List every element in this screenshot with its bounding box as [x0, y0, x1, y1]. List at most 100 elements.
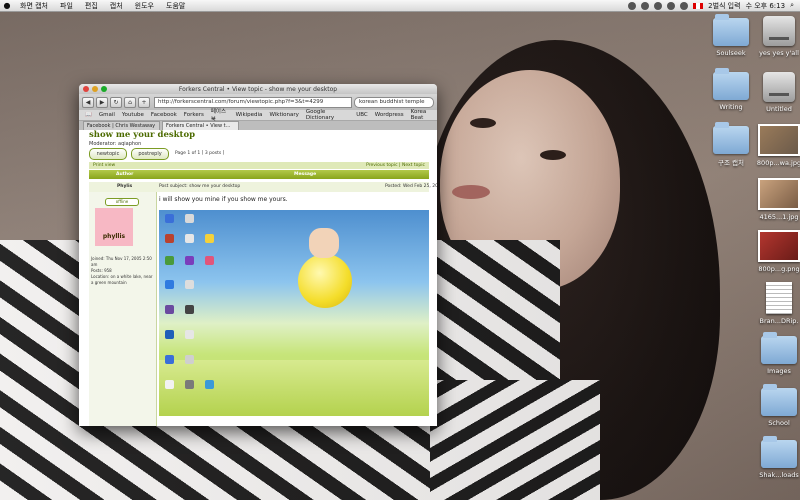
post-reply-button[interactable]: postreply — [131, 148, 169, 160]
desktop-photo-800p-wa[interactable]: 800p...wa.jpg — [744, 124, 800, 167]
desktop-folder-school[interactable]: School — [744, 384, 800, 427]
message-column-header: Message — [294, 172, 317, 177]
desktop-doc-bran[interactable]: Bran...DRip. — [744, 282, 800, 325]
menu-file[interactable]: 파일 — [54, 1, 79, 11]
screenshot-app-icon — [165, 305, 174, 314]
post-header-row: Phylis Post subject: show me your deskto… — [89, 182, 437, 192]
bluetooth-icon[interactable] — [654, 1, 663, 10]
hard-drive-icon — [763, 16, 795, 46]
window-title: Forkers Central • View topic - show me y… — [178, 85, 338, 93]
author-name[interactable]: Phylis — [117, 182, 132, 192]
author-column-header: Author — [116, 172, 134, 177]
menu-app[interactable]: 화면 캡처 — [14, 1, 54, 11]
desktop-folder-images[interactable]: Images — [744, 332, 800, 375]
screenshot-app-icon — [165, 380, 174, 389]
avatar[interactable]: phyllis — [95, 208, 133, 246]
screenshot-app-icon — [205, 256, 214, 265]
bookmark-forkers[interactable]: Forkers — [184, 112, 204, 118]
bookmark-korea-beat[interactable]: Korea Beat — [411, 109, 437, 121]
author-details: Joined: Thu Nov 17, 2005 2:50 am Posts: … — [91, 256, 153, 286]
desktop-icon-label: 800p...g.png — [758, 265, 800, 273]
page-info: Page 1 of 1 [ 3 posts ] — [175, 151, 225, 156]
image-file-icon — [758, 230, 800, 262]
bookmark-youtube[interactable]: Youtube — [122, 112, 144, 118]
home-icon[interactable]: ⌂ — [124, 96, 136, 108]
screenshot-app-icon — [185, 280, 194, 289]
screenshot-app-icon — [185, 234, 194, 243]
desktop-icon-label: School — [768, 419, 790, 427]
image-file-icon — [758, 124, 800, 156]
post-table-header: Author Message — [89, 170, 429, 179]
screenshot-app-icon — [165, 355, 174, 364]
tab-forkers-central[interactable]: Forkers Central • View t... — [162, 121, 239, 130]
input-method-label[interactable]: 2벌식 입력 — [708, 1, 740, 11]
screenshot-app-icon — [185, 330, 194, 339]
desktop-icon-label: 구조 캡처 — [718, 159, 744, 167]
search-input[interactable]: korean buddhist temple — [354, 96, 434, 108]
status-badge: offline — [105, 198, 139, 206]
location-text: Location: on a white lake, near a green … — [91, 274, 153, 285]
zoom-window-icon[interactable] — [101, 86, 107, 92]
desktop-icon-label: Bran...DRip. — [759, 317, 799, 325]
screenshot-grass — [159, 360, 429, 416]
bookmark-google-dictionary[interactable]: Google Dictionary — [306, 109, 349, 121]
bookmark-wordpress[interactable]: Wordpress — [375, 112, 404, 118]
volume-icon[interactable] — [680, 1, 689, 10]
tab-bar: Facebook | Chris Westaway Forkers Centra… — [79, 121, 437, 130]
topic-title[interactable]: show me your desktop — [89, 130, 195, 140]
add-bookmark-icon[interactable]: + — [138, 96, 150, 108]
screenshot-yellow-moon — [298, 254, 352, 308]
close-window-icon[interactable] — [83, 86, 89, 92]
bookmark-facebook[interactable]: Facebook — [151, 112, 177, 118]
bookmark-ubc[interactable]: UBC — [356, 112, 368, 118]
tab-facebook[interactable]: Facebook | Chris Westaway — [83, 121, 160, 130]
bookmark-wikipedia[interactable]: Wikipedia — [236, 112, 263, 118]
window-titlebar[interactable]: Forkers Central • View topic - show me y… — [79, 84, 437, 94]
desktop-icon-label: 4165...1.jpg — [759, 213, 799, 221]
prev-next-links[interactable]: Previous topic | Next topic — [366, 162, 425, 169]
bookmark-gmail[interactable]: Gmail — [99, 112, 115, 118]
desktop-drive-yes-yes-yall[interactable]: yes yes y'all — [744, 16, 800, 57]
desktop-icon-label: yes yes y'all — [759, 49, 799, 57]
topic-nav-strip: Print view Previous topic | Next topic — [89, 162, 429, 169]
minimize-window-icon[interactable] — [92, 86, 98, 92]
joined-date: Joined: Thu Nov 17, 2005 2:50 am — [91, 256, 152, 267]
forward-icon[interactable]: ▶ — [96, 96, 108, 108]
screenshot-app-icon — [185, 305, 194, 314]
bookmark-wiktionary[interactable]: Wiktionary — [269, 112, 298, 118]
folder-icon — [761, 332, 797, 364]
print-view-link[interactable]: Print view — [93, 162, 115, 169]
back-icon[interactable]: ◀ — [82, 96, 94, 108]
address-bar[interactable]: http://forkerscentral.com/forum/viewtopi… — [154, 96, 352, 108]
new-topic-button[interactable]: newtopic — [89, 148, 127, 160]
apple-menu-icon[interactable]: ● — [0, 1, 14, 10]
desktop-icon-label: 800p...wa.jpg — [756, 159, 800, 167]
document-icon — [766, 282, 792, 314]
bookmarks-bar: 📖 Gmail Youtube Facebook Forkers 페이스북 Wi… — [79, 109, 437, 123]
desktop-photo-4165[interactable]: 4165...1.jpg — [744, 178, 800, 221]
menubar-clock[interactable]: 수 오후 6:13 — [746, 1, 786, 11]
desktop-drive-untitled[interactable]: Untitled — [744, 72, 800, 113]
screenshot-app-icon — [165, 330, 174, 339]
folder-icon — [761, 384, 797, 416]
embedded-desktop-screenshot — [159, 210, 429, 416]
menu-bar: ● 화면 캡처 파일 편집 캡처 윈도우 도움말 2벌식 입력 수 오후 6:1… — [0, 0, 800, 12]
bookmark-icon[interactable]: 📖 — [85, 112, 92, 118]
menu-window[interactable]: 윈도우 — [129, 1, 160, 11]
author-profile: offline phyllis Joined: Thu Nov 17, 2005… — [89, 192, 157, 426]
menu-capture[interactable]: 캡처 — [104, 1, 129, 11]
menu-help[interactable]: 도움말 — [160, 1, 191, 11]
spotlight-icon[interactable]: ⌕ — [790, 1, 794, 10]
screenshot-app-icon — [165, 214, 174, 223]
desktop-photo-800p-g[interactable]: 800p...g.png — [744, 230, 800, 273]
screenshot-app-icon — [185, 256, 194, 265]
wifi-icon[interactable] — [667, 1, 676, 10]
reload-icon[interactable]: ↻ — [110, 96, 122, 108]
desktop-folder-downloads[interactable]: Shak...loads — [744, 436, 800, 479]
sync-icon[interactable] — [641, 1, 650, 10]
desktop-icon-label: Soulseek — [716, 49, 746, 57]
menu-edit[interactable]: 편집 — [79, 1, 104, 11]
input-flag-icon[interactable] — [693, 2, 704, 9]
status-icon[interactable] — [628, 1, 637, 10]
screenshot-app-icon — [185, 214, 194, 223]
